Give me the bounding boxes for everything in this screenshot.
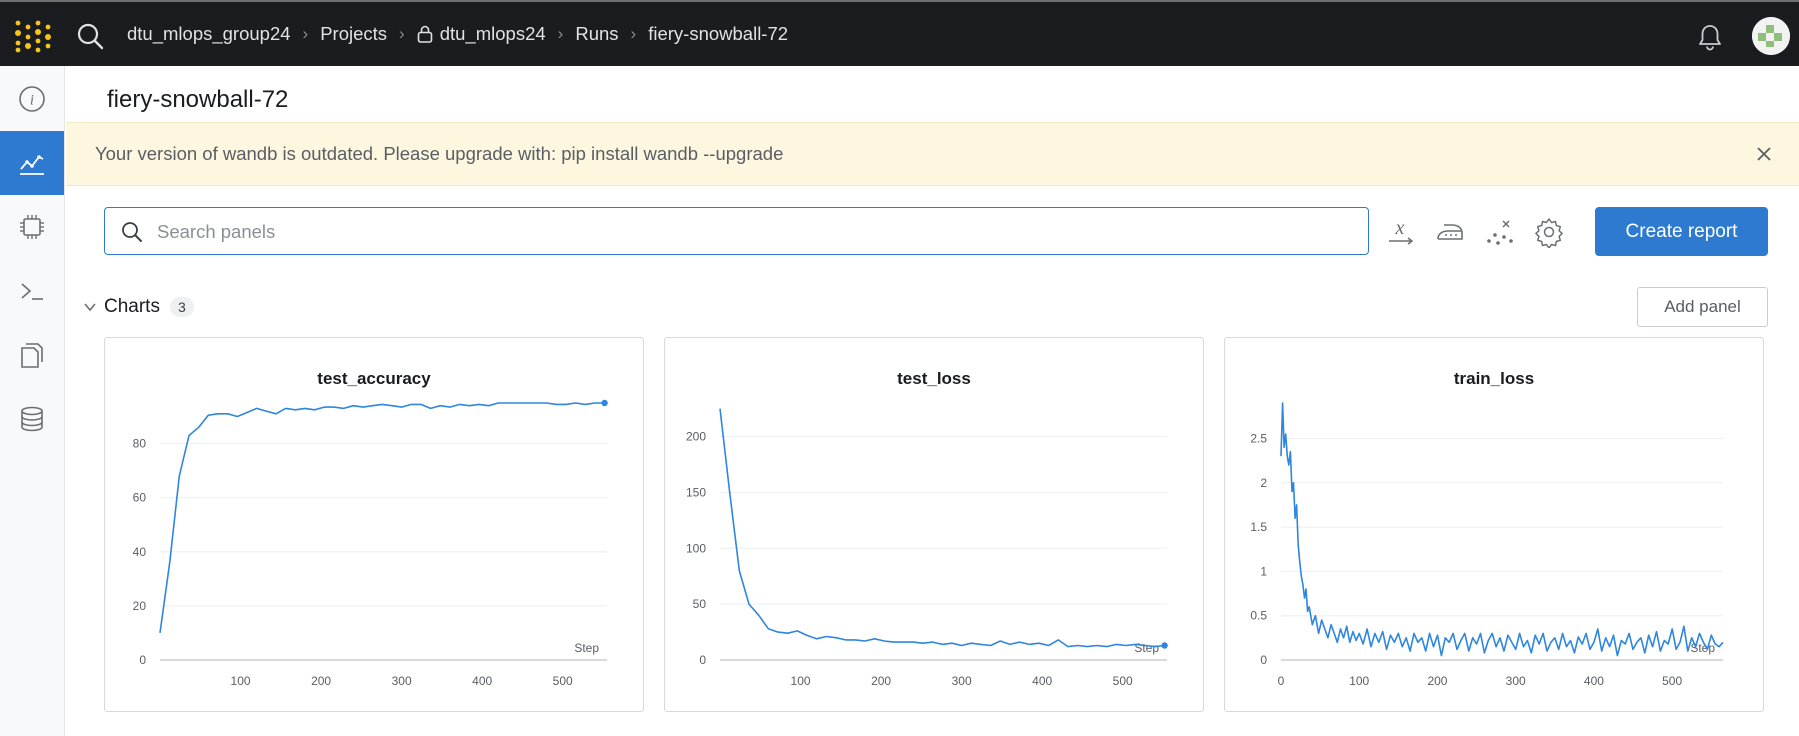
sidebar-item-files[interactable] — [0, 323, 64, 387]
lock-icon — [417, 25, 433, 43]
sidebar: i — [0, 66, 65, 736]
bell-icon[interactable] — [1697, 23, 1723, 51]
y-tick-label: 100 — [686, 541, 706, 555]
outdated-version-banner: Your version of wandb is outdated. Pleas… — [66, 122, 1799, 186]
y-tick-label: 150 — [686, 485, 706, 499]
x-tick-label: 500 — [1113, 674, 1133, 688]
system-icon — [20, 215, 44, 239]
y-tick-label: 40 — [133, 545, 147, 559]
breadcrumb-entity[interactable]: dtu_mlops_group24 — [127, 23, 291, 45]
add-panel-button[interactable]: Add panel — [1637, 287, 1768, 327]
x-tick-label: 200 — [871, 674, 891, 688]
chevron-right-icon: › — [399, 24, 405, 43]
x-tick-label: 300 — [392, 674, 412, 688]
x-tick-label: 100 — [1349, 674, 1369, 688]
y-tick-label: 1.5 — [1250, 520, 1267, 534]
x-tick-label: 200 — [1427, 674, 1447, 688]
line-chart: test_loss 0 50 100 150 200 100 200 300 400 500 Step — [686, 369, 1168, 688]
banner-message: Your version of wandb is outdated. Pleas… — [95, 143, 784, 164]
y-tick-label: 1 — [1260, 564, 1267, 578]
close-icon[interactable] — [1755, 145, 1773, 163]
section-title: Charts — [104, 296, 160, 317]
panel-count-badge: 3 — [169, 297, 194, 317]
chevron-right-icon: › — [302, 24, 309, 43]
breadcrumb-projects[interactable]: Projects — [320, 23, 387, 45]
line-chart: train_loss00.511.522.50 100 200 300 400 500St… — [1250, 369, 1724, 688]
chart-title: test_accuracy — [317, 369, 431, 388]
search-icon — [122, 222, 142, 242]
chart-title: test_loss — [897, 369, 971, 388]
y-tick-label: 50 — [693, 597, 707, 611]
y-tick-label: 80 — [133, 437, 147, 451]
x-tick-label: 300 — [952, 674, 972, 688]
chart-panel-test-accuracy[interactable]: test_accuracy 0 20 40 60 80 100 200 300 400 500 Ste… — [104, 337, 644, 712]
terminal-icon — [21, 283, 43, 300]
sidebar-item-overview[interactable]: i — [0, 67, 64, 131]
x-axis-label: Step — [1134, 641, 1159, 655]
series-line[interactable] — [159, 402, 605, 634]
series-line[interactable] — [719, 408, 1165, 648]
sidebar-item-charts[interactable] — [0, 131, 64, 195]
y-tick-label: 60 — [133, 491, 147, 505]
files-icon — [21, 343, 43, 368]
create-report-button[interactable]: Create report — [1595, 207, 1768, 256]
y-tick-label: 0.5 — [1250, 609, 1267, 623]
chart-title: train_loss — [1454, 369, 1534, 388]
sidebar-item-artifacts[interactable] — [0, 387, 64, 451]
breadcrumb-project[interactable]: dtu_mlops24 — [440, 23, 546, 45]
x-tick-label: 100 — [791, 674, 811, 688]
y-tick-label: 0 — [139, 653, 146, 667]
page-title: fiery-snowball-72 — [107, 86, 289, 113]
chart-panel-train-loss[interactable]: train_loss 0 0.5 1 1.5 2 2.5 0 100 200 300 400 500 St… — [1224, 337, 1764, 712]
top-bar: dtu_mlops_group24 › Projects › dtu_mlops… — [0, 0, 1799, 66]
breadcrumb-run[interactable]: fiery-snowball-72 — [648, 23, 788, 45]
series-line[interactable] — [1280, 402, 1724, 657]
x-tick-label: 300 — [1506, 674, 1526, 688]
chevron-right-icon: › — [557, 24, 564, 43]
x-tick-label: 400 — [1032, 674, 1052, 688]
database-icon — [21, 406, 43, 432]
x-tick-label: 200 — [311, 674, 331, 688]
search-panels-field — [104, 207, 1369, 255]
x-axis-icon[interactable]: x — [1385, 216, 1417, 248]
search-panels-input[interactable] — [155, 208, 1359, 255]
y-tick-label: 200 — [686, 430, 706, 444]
breadcrumb-runs[interactable]: Runs — [575, 23, 618, 45]
x-tick-label: 400 — [1584, 674, 1604, 688]
svg-text:x: x — [1395, 217, 1405, 239]
x-tick-label: 500 — [1662, 674, 1682, 688]
last-point-marker — [1161, 642, 1168, 649]
x-tick-label: 400 — [472, 674, 492, 688]
wandb-logo-icon[interactable] — [14, 19, 52, 53]
sidebar-item-logs[interactable] — [0, 259, 64, 323]
avatar-image — [1752, 17, 1790, 55]
y-tick-label: 2.5 — [1250, 431, 1267, 445]
line-chart: test_accuracy 0 20 40 60 80 100 200 300 400 500 Ste… — [133, 369, 608, 688]
chevron-down-icon[interactable] — [82, 299, 98, 315]
avatar[interactable] — [1752, 17, 1790, 55]
x-tick-label: 100 — [231, 674, 251, 688]
x-tick-label: 500 — [553, 674, 573, 688]
x-tick-label: 0 — [1278, 674, 1285, 688]
gear-icon[interactable] — [1533, 216, 1565, 248]
chevron-right-icon: › — [630, 24, 637, 43]
y-tick-label: 20 — [133, 599, 147, 613]
last-point-marker — [601, 399, 608, 407]
sidebar-item-system[interactable] — [0, 195, 64, 259]
y-tick-label: 0 — [699, 653, 706, 667]
smoothing-iron-icon[interactable] — [1434, 216, 1466, 248]
y-tick-label: 0 — [1260, 653, 1267, 667]
charts-section-header[interactable]: Charts 3 — [82, 296, 194, 318]
search-icon[interactable] — [76, 22, 104, 50]
chart-panel-test-loss[interactable]: test_loss 0 50 100 150 200 100 200 300 400 500 Step — [664, 337, 1204, 712]
outliers-icon[interactable] — [1484, 216, 1516, 248]
info-icon: i — [19, 86, 45, 112]
breadcrumb: dtu_mlops_group24 › Projects › dtu_mlops… — [127, 2, 788, 66]
svg-text:i: i — [30, 93, 34, 109]
y-tick-label: 2 — [1260, 476, 1267, 490]
x-axis-label: Step — [574, 641, 599, 655]
charts-icon — [20, 155, 44, 175]
